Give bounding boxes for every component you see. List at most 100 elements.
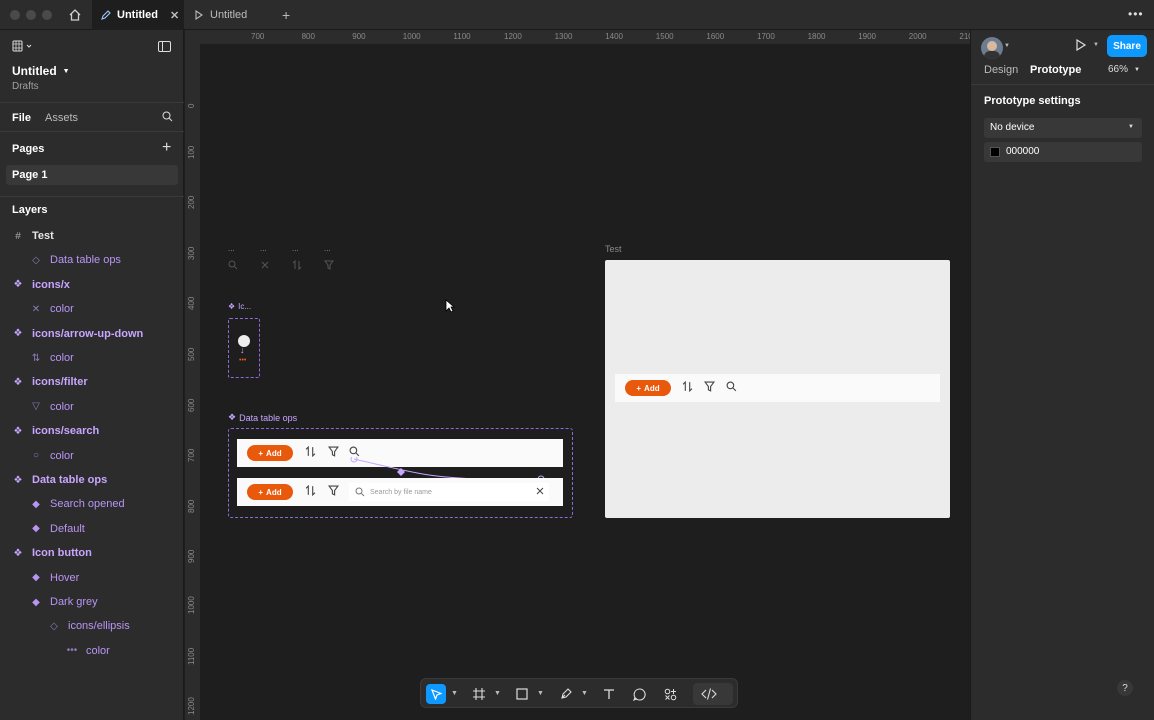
chevron-down-icon[interactable]: ▼ [1093,42,1099,48]
zoom-control[interactable]: 66% ▼ [1108,64,1140,75]
ruler-tick-label: 2000 [908,32,927,41]
layer-label: Search opened [50,498,125,511]
close-tab-icon[interactable]: ✕ [170,9,179,22]
data-table-ops-component-set[interactable]: + Add + Add Search by file name [228,428,573,518]
canvas[interactable]: ... ... ... ... ❖ Ic... ↓ ••• ❖ Data table… [200,44,970,720]
text-tool-button[interactable] [599,684,619,704]
page-item-page-1[interactable]: Page 1 [6,165,178,185]
search-field[interactable]: Search by file name [349,483,549,501]
layer-item[interactable]: ❖ icons/arrow-up-down [0,323,184,345]
layer-item[interactable]: ◆ Default [0,518,184,540]
file-name-label: Untitled [12,64,57,78]
tab-file[interactable]: File [12,112,31,124]
add-button[interactable]: + Add [625,380,671,396]
layer-item[interactable]: ❖ Data table ops [0,469,184,491]
actions-tool-button[interactable] [660,684,680,704]
data-table-ops-search-opened[interactable]: + Add Search by file name [237,478,563,506]
shape-tool-button[interactable] [512,684,532,704]
background-color-field[interactable]: 000000 [984,142,1142,162]
file-location[interactable]: Drafts [12,81,39,92]
layer-item[interactable]: ○ color [0,445,184,467]
search-icon[interactable] [228,260,238,270]
layer-item[interactable]: ◆ Hover [0,567,184,589]
background-color-value[interactable]: 000000 [1006,146,1039,157]
ruler-tick-label: 1000 [187,596,196,614]
search-layers-icon[interactable] [162,111,173,122]
main-menu-button[interactable] [12,40,34,52]
filter-icon[interactable] [328,485,339,496]
move-tool-button[interactable] [426,684,446,704]
filter-icon[interactable] [704,381,715,392]
frame-tool-button[interactable] [469,684,489,704]
chevron-down-icon[interactable]: ▼ [494,690,501,697]
tab-untitled-design[interactable]: Untitled ✕ [92,0,184,30]
layer-label: color [50,352,74,364]
layer-item[interactable]: ❖ Icon button [0,542,184,564]
x-icon: ✕ [31,303,41,315]
device-select[interactable]: No device ▼ [984,118,1142,138]
component-icon: ❖ [13,425,23,437]
design-file-icon [100,9,111,21]
new-tab-button[interactable]: + [282,7,290,23]
pen-tool-button[interactable] [556,684,576,704]
chevron-down-icon[interactable]: ▼ [537,690,544,697]
arrow-up-down-icon[interactable] [305,446,316,457]
help-button[interactable]: ? [1117,680,1133,696]
arrow-up-down-icon: ⇅ [31,352,41,364]
icon-button-component-set[interactable]: ↓ ••• [228,318,260,378]
close-search-icon[interactable] [535,486,545,496]
file-name[interactable]: Untitled ▼ [12,64,70,78]
filter-icon: ▽ [32,401,40,413]
present-button[interactable] [1075,39,1087,51]
share-button[interactable]: Share [1107,35,1147,57]
layer-item[interactable]: ⇅ color [0,347,184,369]
sidebar-toggle-icon[interactable] [158,41,171,52]
comment-tool-button[interactable] [629,684,649,704]
tab-prototype[interactable]: Prototype [1030,64,1081,76]
filter-icon[interactable] [328,446,339,457]
maximize-window-button[interactable] [42,10,52,20]
frame-label[interactable]: Test [605,244,622,254]
close-window-button[interactable] [10,10,20,20]
ruler-tick-label: 300 [187,246,196,260]
home-icon[interactable] [68,8,82,22]
color-swatch[interactable] [990,147,1000,157]
arrow-up-down-icon[interactable] [292,260,302,270]
filter-icon[interactable] [324,260,334,270]
layer-item[interactable]: ▽ color [0,396,184,418]
layer-item[interactable]: ◇ icons/ellipsis [0,615,184,637]
layer-item[interactable]: ❖ icons/x [0,274,184,296]
layer-item[interactable]: # Test [0,225,184,247]
layer-item[interactable]: ❖ icons/filter [0,371,184,393]
layer-item[interactable]: ✕ color [0,298,184,320]
more-options-icon[interactable]: ••• [1128,7,1144,21]
tab-design[interactable]: Design [984,64,1018,76]
arrow-up-down-icon[interactable] [682,381,693,392]
tab-untitled-prototype[interactable]: Untitled [186,0,276,30]
ruler-tick-label: 1100 [187,647,196,665]
search-icon[interactable] [349,446,360,457]
tab-assets[interactable]: Assets [45,112,78,124]
avatar[interactable] [981,37,1003,59]
test-frame[interactable]: + Add [605,260,950,518]
layer-label: color [50,303,74,316]
minimize-window-button[interactable] [26,10,36,20]
x-icon[interactable] [260,260,270,270]
data-table-ops-instance[interactable]: + Add [615,374,940,402]
search-icon[interactable] [726,381,737,392]
add-button[interactable]: + Add [247,484,293,500]
layer-item[interactable]: ◇ Data table ops [0,249,184,271]
layer-item[interactable]: ◆ Dark grey [0,591,184,613]
add-button[interactable]: + Add [247,445,293,461]
chevron-down-icon[interactable]: ▼ [581,690,588,697]
dev-mode-toggle[interactable] [693,683,733,705]
chevron-down-icon[interactable]: ▼ [451,690,458,697]
ruler-tick-label: 1600 [706,32,725,41]
left-panel: Untitled ▼ Drafts File Assets Pages + Pag… [0,30,184,720]
chevron-down-icon[interactable]: ▼ [1004,43,1010,49]
layer-item[interactable]: ••• color [0,640,184,662]
arrow-up-down-icon[interactable] [305,485,316,496]
layer-item[interactable]: ◆ Search opened [0,493,184,515]
layer-item[interactable]: ❖ icons/search [0,420,184,442]
add-page-button[interactable]: + [162,139,171,157]
